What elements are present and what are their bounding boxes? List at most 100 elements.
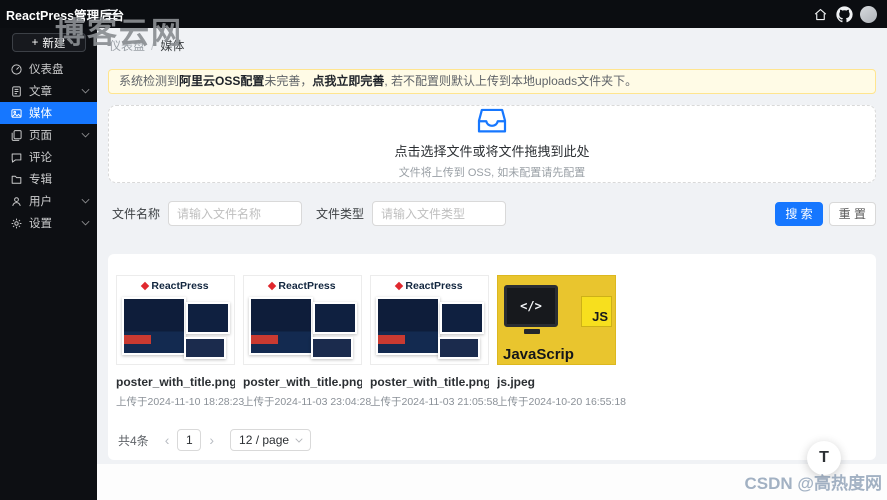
- sidebar-item-settings[interactable]: 设置: [0, 212, 97, 234]
- alert-oss-config: 阿里云OSS配置: [179, 74, 264, 88]
- inbox-icon: [476, 108, 508, 139]
- sidebar-item-label: 评论: [29, 149, 52, 165]
- media-item[interactable]: ReactPress poster_with_title.png 上传于2024…: [370, 275, 489, 409]
- alert-text: 未完善，: [264, 74, 312, 88]
- thumbnail-screenshot-shape: [376, 297, 440, 355]
- thumbnail-screenshot-shape: [122, 297, 186, 355]
- sidebar-item-label: 媒体: [29, 105, 52, 121]
- media-item[interactable]: </> JS JavaScrip js.jpeg 上传于2024-10-20 1…: [497, 275, 616, 409]
- file-type-input[interactable]: [372, 201, 506, 226]
- page-size-value: 12 / page: [239, 433, 289, 447]
- thumbnail-screenshot-shape: [184, 337, 226, 359]
- sidebar-item-pages[interactable]: 页面: [0, 124, 97, 146]
- chevron-down-icon: [82, 86, 90, 94]
- breadcrumb-current: 媒体: [160, 39, 184, 53]
- file-name-label: 文件名称: [112, 205, 160, 222]
- thumbnail-caption: JavaScrip: [503, 346, 574, 363]
- thumbnail-screenshot-shape: [249, 297, 313, 355]
- alert-complete-link[interactable]: 点我立即完善: [312, 74, 384, 88]
- home-icon[interactable]: [808, 0, 832, 28]
- chevron-down-icon: [82, 130, 90, 138]
- comments-icon: [10, 151, 23, 164]
- media-file-name: js.jpeg: [497, 375, 616, 389]
- alert-text: , 若不配置则默认上传到本地uploads文件夹下。: [384, 74, 637, 88]
- thumbnail-screenshot-shape: [313, 302, 357, 334]
- sidebar-item-media[interactable]: 媒体: [0, 102, 97, 124]
- avatar[interactable]: [860, 6, 877, 23]
- main-content: 仪表盘/媒体 系统检测到阿里云OSS配置未完善，点我立即完善, 若不配置则默认上…: [97, 28, 887, 500]
- upload-hint-primary: 点击选择文件或将文件拖拽到此处: [394, 141, 589, 160]
- alert-text: 系统检测到: [119, 74, 179, 88]
- github-icon[interactable]: [832, 0, 856, 28]
- thumbnail-screenshot-shape: [440, 302, 484, 334]
- filter-bar: 文件名称 文件类型 搜 索 重 置: [108, 201, 876, 226]
- media-file-name: poster_with_title.png: [243, 375, 362, 389]
- media-upload-time: 上传于2024-11-03 21:05:58: [370, 394, 489, 409]
- code-glyph: </>: [520, 299, 542, 313]
- sidebar: + 新建 仪表盘 文章 媒体 页面: [0, 28, 97, 500]
- prev-page-icon[interactable]: ‹: [159, 432, 176, 448]
- reactpress-logo: ReactPress: [244, 280, 361, 292]
- page-size-select[interactable]: 12 / page: [230, 429, 311, 451]
- top-header: ReactPress管理后台: [0, 0, 887, 28]
- media-upload-time: 上传于2024-11-10 18:28:23: [116, 394, 235, 409]
- thumbnail-screenshot-shape: [438, 337, 480, 359]
- footer-area: [97, 464, 887, 500]
- reactpress-logo-icon: [395, 282, 403, 290]
- thumbnail-screenshot-shape: [186, 302, 230, 334]
- thumbnail-screenshot-shape: [311, 337, 353, 359]
- reactpress-logo-icon: [268, 282, 276, 290]
- chevron-down-icon: [82, 218, 90, 226]
- menu-fold-icon[interactable]: [105, 9, 118, 20]
- sidebar-item-label: 仪表盘: [29, 61, 64, 77]
- monitor-stand-shape: [524, 329, 540, 334]
- sidebar-item-label: 文章: [29, 83, 52, 99]
- media-thumbnail: </> JS JavaScrip: [497, 275, 616, 365]
- media-thumbnail: ReactPress: [116, 275, 235, 365]
- app-title: ReactPress管理后台: [0, 5, 97, 24]
- media-item[interactable]: ReactPress poster_with_title.png 上传于2024…: [116, 275, 235, 409]
- media-upload-time: 上传于2024-11-03 23:04:28: [243, 394, 362, 409]
- breadcrumb-parent[interactable]: 仪表盘: [109, 39, 145, 53]
- file-name-input[interactable]: [168, 201, 302, 226]
- media-file-name: poster_with_title.png: [370, 375, 489, 389]
- chevron-down-icon: [295, 435, 302, 442]
- reactpress-logo-text: ReactPress: [278, 280, 335, 292]
- pages-icon: [10, 129, 23, 142]
- dashboard-icon: [10, 63, 23, 76]
- upload-hint-secondary: 文件将上传到 OSS, 如未配置请先配置: [399, 164, 585, 180]
- page-number[interactable]: 1: [177, 429, 201, 451]
- new-button[interactable]: + 新建: [12, 33, 86, 52]
- media-file-name: poster_with_title.png: [116, 375, 235, 389]
- media-thumbnail: ReactPress: [243, 275, 362, 365]
- app: ReactPress管理后台 + 新建 仪表盘 文章: [0, 0, 887, 500]
- media-grid: ReactPress poster_with_title.png 上传于2024…: [116, 275, 868, 409]
- sidebar-item-comments[interactable]: 评论: [0, 146, 97, 168]
- media-upload-time: 上传于2024-10-20 16:55:18: [497, 394, 616, 409]
- reactpress-logo: ReactPress: [371, 280, 488, 292]
- sidebar-item-articles[interactable]: 文章: [0, 80, 97, 102]
- reactpress-logo-icon: [141, 282, 149, 290]
- back-to-top-button[interactable]: T: [807, 441, 841, 475]
- settings-icon: [10, 217, 23, 230]
- reset-button[interactable]: 重 置: [829, 202, 876, 226]
- sidebar-item-users[interactable]: 用户: [0, 190, 97, 212]
- media-icon: [10, 107, 23, 120]
- next-page-icon[interactable]: ›: [203, 432, 220, 448]
- plus-icon: +: [32, 37, 39, 49]
- search-button[interactable]: 搜 索: [775, 202, 822, 226]
- sidebar-menu: 仪表盘 文章 媒体 页面 评论 专辑: [0, 58, 97, 234]
- sidebar-item-label: 设置: [29, 215, 52, 231]
- js-logo-text: JS: [592, 309, 608, 324]
- breadcrumb: 仪表盘/媒体: [97, 28, 887, 69]
- sidebar-item-label: 专辑: [29, 171, 52, 187]
- media-item[interactable]: ReactPress poster_with_title.png 上传于2024…: [243, 275, 362, 409]
- upload-dropzone[interactable]: 点击选择文件或将文件拖拽到此处 文件将上传到 OSS, 如未配置请先配置: [108, 105, 876, 183]
- reactpress-logo-text: ReactPress: [405, 280, 462, 292]
- monitor-icon: </>: [504, 285, 558, 327]
- sidebar-item-albums[interactable]: 专辑: [0, 168, 97, 190]
- js-logo: JS: [581, 296, 612, 327]
- media-list-card: ReactPress poster_with_title.png 上传于2024…: [108, 254, 876, 460]
- album-icon: [10, 173, 23, 186]
- sidebar-item-dashboard[interactable]: 仪表盘: [0, 58, 97, 80]
